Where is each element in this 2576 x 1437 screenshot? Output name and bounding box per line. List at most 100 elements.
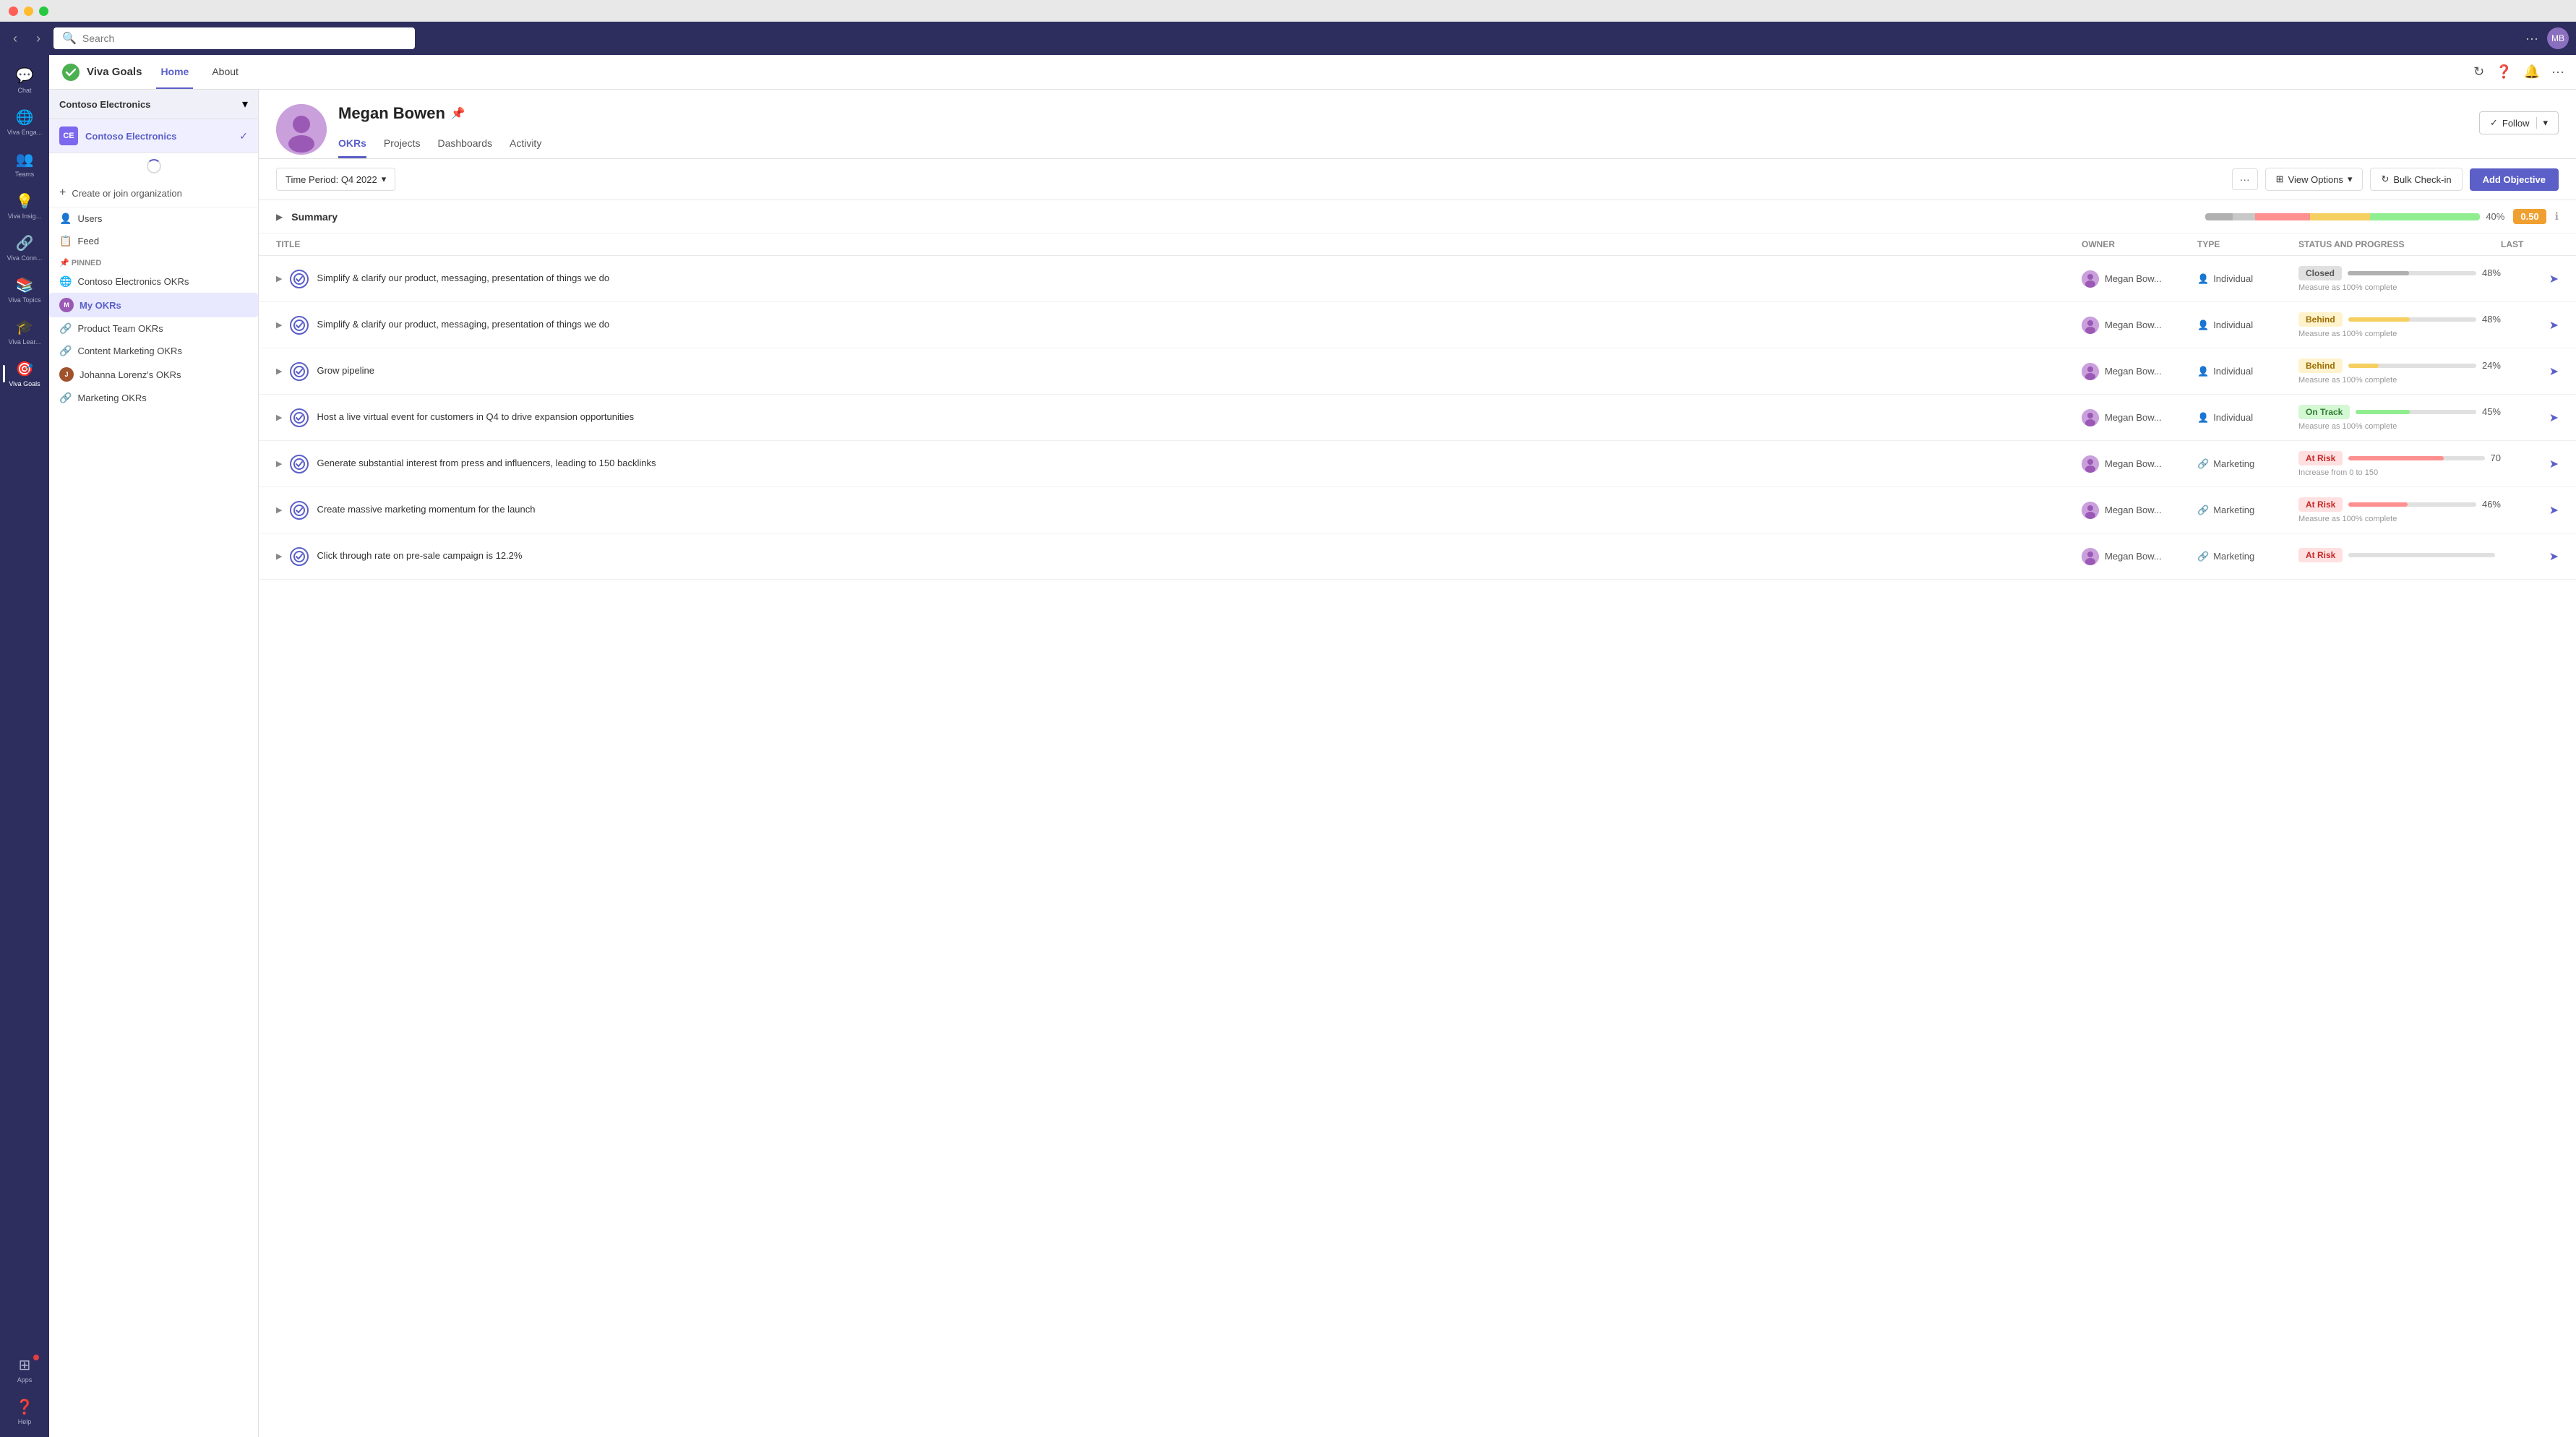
status-badge-row: On Track 45% bbox=[2298, 405, 2501, 419]
search-icon: 🔍 bbox=[62, 31, 77, 46]
tab-projects[interactable]: Projects bbox=[384, 132, 421, 158]
okr-type-cell: 👤 Individual bbox=[2197, 412, 2298, 424]
status-bar bbox=[2348, 502, 2476, 507]
okr-last-cell: ➤ bbox=[2501, 411, 2559, 425]
sidebar-item-viva-insights[interactable]: 💡 Viva Insig... bbox=[3, 186, 46, 226]
row-expand-icon[interactable]: ▶ bbox=[276, 366, 282, 376]
traffic-light-red[interactable] bbox=[9, 7, 18, 16]
time-period-button[interactable]: Time Period: Q4 2022 ▾ bbox=[276, 168, 395, 191]
row-expand-icon[interactable]: ▶ bbox=[276, 552, 282, 561]
checkin-arrow-icon[interactable]: ➤ bbox=[2549, 549, 2559, 564]
sidebar-item-users[interactable]: 👤 Users bbox=[49, 207, 258, 230]
org-dropdown[interactable]: Contoso Electronics ▾ bbox=[49, 90, 258, 119]
time-period-chevron-icon: ▾ bbox=[382, 173, 387, 185]
org-item[interactable]: CE Contoso Electronics ✓ bbox=[49, 119, 258, 153]
sidebar-item-feed[interactable]: 📋 Feed bbox=[49, 230, 258, 252]
status-badge-row: At Risk 46% bbox=[2298, 497, 2501, 512]
help-circle-icon[interactable]: ❓ bbox=[2496, 64, 2512, 80]
chat-icon: 💬 bbox=[16, 67, 34, 85]
table-row: ▶ Generate substantial interest from pre… bbox=[259, 441, 2576, 487]
follow-button[interactable]: ✓ Follow ▾ bbox=[2479, 111, 2559, 134]
sidebar-item-contoso-okrs[interactable]: 🌐 Contoso Electronics OKRs bbox=[49, 270, 258, 293]
more-options-icon[interactable]: ··· bbox=[2525, 31, 2538, 46]
viva-learning-icon: 🎓 bbox=[16, 318, 34, 336]
refresh-icon[interactable]: ↻ bbox=[2473, 64, 2484, 80]
okr-owner-cell: Megan Bow... bbox=[2082, 548, 2197, 565]
loading-spinner bbox=[49, 153, 258, 179]
sidebar-item-product-team[interactable]: 🔗 Product Team OKRs bbox=[49, 317, 258, 340]
table-row: ▶ Grow pipeline Megan Bow... 👤 Individua… bbox=[259, 348, 2576, 395]
status-badge: On Track bbox=[2298, 405, 2350, 419]
sidebar-item-apps[interactable]: ⊞ Apps bbox=[3, 1350, 46, 1389]
okr-owner-cell: Megan Bow... bbox=[2082, 455, 2197, 473]
overflow-menu-icon[interactable]: ··· bbox=[2551, 64, 2564, 80]
tab-activity[interactable]: Activity bbox=[510, 132, 541, 158]
sidebar-item-teams[interactable]: 👥 Teams bbox=[3, 145, 46, 184]
status-sub-text: Measure as 100% complete bbox=[2298, 330, 2501, 338]
status-badge-row: At Risk bbox=[2298, 548, 2501, 562]
sidebar-item-marketing-okrs[interactable]: 🔗 Marketing OKRs bbox=[49, 387, 258, 409]
row-expand-icon[interactable]: ▶ bbox=[276, 274, 282, 283]
checkin-arrow-icon[interactable]: ➤ bbox=[2549, 364, 2559, 379]
owner-avatar bbox=[2082, 317, 2099, 334]
search-input[interactable] bbox=[82, 33, 406, 44]
bulk-checkin-button[interactable]: ↻ Bulk Check-in bbox=[2370, 168, 2462, 191]
summary-expand-icon[interactable]: ▶ bbox=[276, 212, 283, 222]
checkin-arrow-icon[interactable]: ➤ bbox=[2549, 411, 2559, 425]
sidebar-item-viva-connections[interactable]: 🔗 Viva Conn... bbox=[3, 228, 46, 267]
okr-last-cell: ➤ bbox=[2501, 272, 2559, 286]
sidebar-item-help[interactable]: ❓ Help bbox=[3, 1392, 46, 1431]
col-last: Last bbox=[2501, 239, 2559, 249]
tab-dashboards[interactable]: Dashboards bbox=[437, 132, 492, 158]
owner-avatar bbox=[2082, 502, 2099, 519]
status-badge-row: Behind 24% bbox=[2298, 359, 2501, 373]
traffic-light-green[interactable] bbox=[39, 7, 48, 16]
forward-button[interactable]: › bbox=[30, 28, 46, 49]
bar-ontrack-segment bbox=[2370, 213, 2480, 220]
checkin-arrow-icon[interactable]: ➤ bbox=[2549, 272, 2559, 286]
owner-avatar bbox=[2082, 363, 2099, 380]
okr-type-cell: 👤 Individual bbox=[2197, 273, 2298, 285]
sidebar: Contoso Electronics ▾ CE Contoso Electro… bbox=[49, 90, 259, 1437]
tab-home[interactable]: Home bbox=[156, 56, 193, 89]
sidebar-item-viva-engage[interactable]: 🌐 Viva Enga... bbox=[3, 103, 46, 142]
okr-title-text: Simplify & clarify our product, messagin… bbox=[317, 318, 609, 331]
okr-last-cell: ➤ bbox=[2501, 503, 2559, 518]
status-sub-text: Measure as 100% complete bbox=[2298, 283, 2501, 292]
owner-name: Megan Bow... bbox=[2105, 551, 2162, 562]
owner-avatar bbox=[2082, 548, 2099, 565]
plus-icon: + bbox=[59, 186, 66, 200]
sidebar-item-chat[interactable]: 💬 Chat bbox=[3, 61, 46, 100]
owner-name: Megan Bow... bbox=[2105, 319, 2162, 330]
tab-okrs[interactable]: OKRs bbox=[338, 132, 366, 158]
row-expand-icon[interactable]: ▶ bbox=[276, 320, 282, 330]
row-expand-icon[interactable]: ▶ bbox=[276, 459, 282, 468]
bell-icon[interactable]: 🔔 bbox=[2524, 64, 2540, 80]
sidebar-item-johanna[interactable]: J Johanna Lorenz's OKRs bbox=[49, 362, 258, 387]
row-expand-icon[interactable]: ▶ bbox=[276, 413, 282, 422]
back-button[interactable]: ‹ bbox=[7, 28, 23, 49]
status-percent: 70 bbox=[2491, 452, 2501, 463]
checkin-arrow-icon[interactable]: ➤ bbox=[2549, 318, 2559, 333]
status-bar bbox=[2348, 456, 2484, 460]
user-avatar[interactable]: MB bbox=[2547, 27, 2569, 49]
row-expand-icon[interactable]: ▶ bbox=[276, 505, 282, 515]
sidebar-item-viva-learning[interactable]: 🎓 Viva Lear... bbox=[3, 312, 46, 351]
view-options-button[interactable]: ⊞ View Options ▾ bbox=[2265, 168, 2364, 191]
info-icon[interactable]: ℹ bbox=[2555, 210, 2559, 223]
add-objective-button[interactable]: Add Objective bbox=[2470, 168, 2559, 191]
type-icon: 👤 bbox=[2197, 319, 2209, 331]
teams-icon: 👥 bbox=[16, 150, 34, 168]
sidebar-item-viva-topics[interactable]: 📚 Viva Topics bbox=[3, 270, 46, 309]
sidebar-item-my-okrs[interactable]: M My OKRs bbox=[49, 293, 258, 317]
checkin-arrow-icon[interactable]: ➤ bbox=[2549, 457, 2559, 471]
create-org-item[interactable]: + Create or join organization bbox=[49, 179, 258, 207]
goal-icon bbox=[289, 546, 309, 567]
okr-title-text: Simplify & clarify our product, messagin… bbox=[317, 272, 609, 285]
traffic-light-yellow[interactable] bbox=[24, 7, 33, 16]
toolbar-more-button[interactable]: ··· bbox=[2232, 168, 2258, 190]
sidebar-item-viva-goals[interactable]: 🎯 Viva Goals bbox=[3, 354, 46, 393]
sidebar-item-content-marketing[interactable]: 🔗 Content Marketing OKRs bbox=[49, 340, 258, 362]
tab-about[interactable]: About bbox=[207, 56, 243, 89]
checkin-arrow-icon[interactable]: ➤ bbox=[2549, 503, 2559, 518]
